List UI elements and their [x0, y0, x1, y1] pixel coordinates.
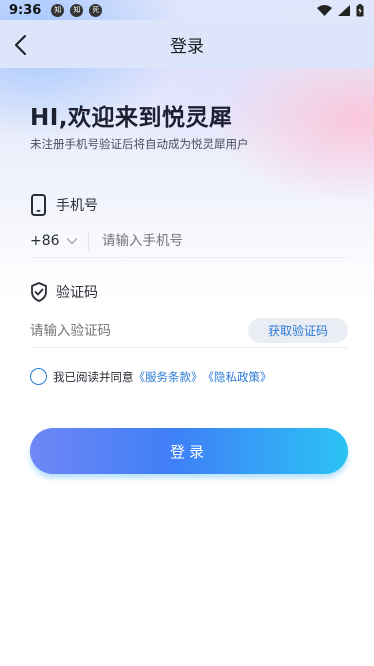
code-input-row: 获取验证码	[30, 314, 348, 348]
input-divider	[88, 230, 89, 251]
status-icons	[317, 3, 364, 17]
privacy-link[interactable]: 《隐私政策》	[203, 369, 272, 385]
wifi-icon	[317, 4, 332, 16]
welcome-title: HI,欢迎来到悦灵犀	[30, 105, 233, 131]
notification-app-icon: 知	[70, 3, 84, 17]
page-title: 登录	[170, 36, 204, 57]
country-code-value: +86	[30, 232, 60, 249]
terms-link[interactable]: 《服务条款》	[134, 369, 203, 385]
top-nav-bar: 登录	[0, 20, 374, 68]
signal-icon	[338, 4, 350, 16]
phone-icon	[31, 194, 46, 216]
phone-input-row: +86	[30, 224, 348, 258]
agreement-checkbox[interactable]	[30, 368, 47, 385]
country-code-selector[interactable]: +86	[30, 233, 88, 249]
notification-app-icon: 死	[89, 3, 103, 17]
agreement-text: 我已阅读并同意	[53, 369, 134, 384]
phone-section-label: 手机号	[30, 194, 98, 216]
login-button[interactable]: 登录	[30, 428, 348, 474]
chevron-down-icon	[66, 237, 78, 244]
code-section-label: 验证码	[30, 282, 98, 302]
battery-icon	[356, 3, 364, 16]
phone-input[interactable]	[102, 232, 273, 249]
verification-code-input[interactable]	[30, 322, 248, 339]
status-time: 9:36	[9, 2, 42, 18]
welcome-subtitle: 未注册手机号验证后将自动成为悦灵犀用户	[30, 137, 249, 151]
phone-label-text: 手机号	[56, 198, 98, 214]
get-code-button[interactable]: 获取验证码	[248, 318, 348, 343]
notification-app-icon: 知	[51, 3, 65, 17]
back-arrow-icon[interactable]	[12, 34, 32, 56]
shield-check-icon	[31, 282, 47, 302]
status-bar: 9:36 知 知 死	[0, 0, 374, 20]
code-label-text: 验证码	[56, 285, 98, 301]
agreement-row: 我已阅读并同意 《服务条款》 《隐私政策》	[30, 368, 272, 385]
